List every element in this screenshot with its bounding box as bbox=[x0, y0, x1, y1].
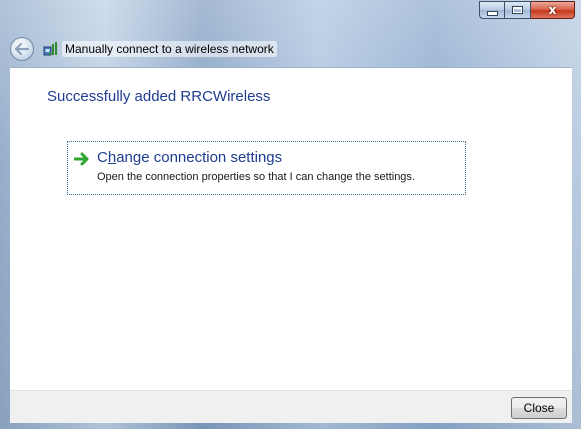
option-title: Change connection settings bbox=[97, 149, 282, 166]
footer-bar: Close bbox=[10, 390, 572, 423]
title-bar: Manually connect to a wireless network bbox=[10, 36, 277, 62]
maximize-button[interactable] bbox=[505, 1, 531, 19]
content-pane: Successfully added RRCWireless Change co… bbox=[10, 67, 572, 390]
page-title: Successfully added RRCWireless bbox=[47, 88, 271, 105]
option-title-rest: ange connection settings bbox=[116, 149, 283, 166]
minimize-button[interactable] bbox=[479, 1, 505, 19]
caption-controls: x bbox=[479, 1, 575, 21]
close-icon: x bbox=[548, 3, 557, 17]
back-button[interactable] bbox=[10, 37, 34, 61]
minimize-icon bbox=[486, 10, 498, 16]
close-button[interactable]: Close bbox=[511, 397, 567, 419]
change-connection-settings-option[interactable]: Change connection settings Open the conn… bbox=[67, 141, 466, 195]
green-arrow-icon bbox=[74, 152, 89, 166]
window-title: Manually connect to a wireless network bbox=[62, 41, 277, 57]
dialog-window: x Manually connect to a wireless network… bbox=[0, 0, 581, 429]
option-title-accesskey: h bbox=[107, 149, 117, 166]
back-arrow-icon bbox=[15, 43, 29, 55]
option-title-first: C bbox=[97, 149, 108, 166]
option-description: Open the connection properties so that I… bbox=[97, 171, 415, 183]
wireless-network-icon bbox=[43, 42, 57, 56]
close-window-button[interactable]: x bbox=[531, 1, 575, 19]
maximize-icon bbox=[512, 6, 523, 14]
